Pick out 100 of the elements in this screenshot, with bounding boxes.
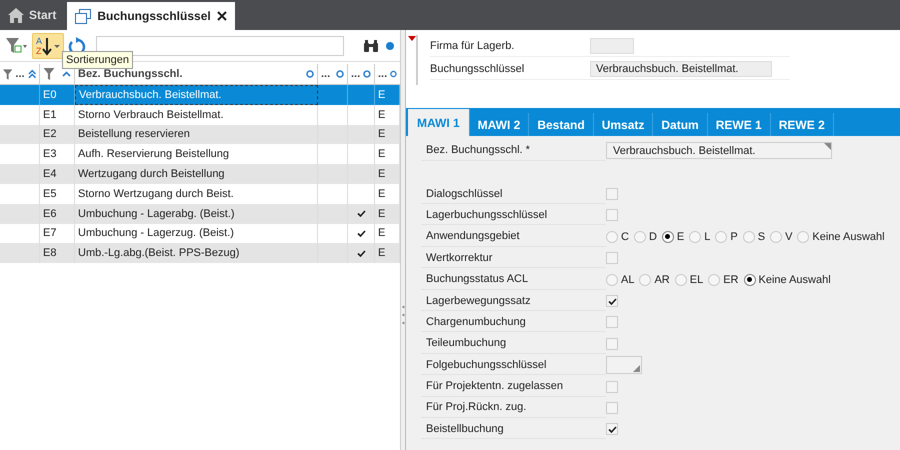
field-label: Chargenumbuchung [421, 312, 606, 332]
field-label: Bez. Buchungsschl. * [421, 140, 606, 161]
field-label: Buchungsstatus ACL [421, 270, 606, 290]
table-row[interactable]: E8 Umb.-Lg.abg.(Beist. PPS-Bezug) E [0, 243, 400, 264]
table-cell: E6 [43, 208, 56, 220]
table-cell: E3 [43, 148, 56, 160]
table-cell: E [378, 108, 386, 121]
filter-icon[interactable] [43, 68, 55, 80]
table-cell: Umbuchung - Lagerabg. (Beist.) [78, 208, 235, 220]
input-field[interactable] [606, 356, 642, 374]
radio-option[interactable]: AR [639, 274, 670, 286]
radio-option[interactable]: Keine Auswahl [797, 230, 885, 243]
tooltip: Sortierungen [62, 51, 133, 69]
tab[interactable]: MAWI 2 [470, 113, 530, 136]
table-cell: Umbuchung - Lagerzug. (Beist.) [78, 227, 234, 240]
table-cell: Verbrauchsbuch. Beistellmat. [79, 88, 222, 101]
app-tab[interactable]: Buchungsschlüssel [67, 0, 235, 30]
tab[interactable]: Bestand [529, 113, 594, 136]
checkbox[interactable] [606, 295, 618, 308]
table-cell: Umb.-Lg.abg.(Beist. PPS-Bezug) [78, 247, 240, 260]
filter-icon[interactable] [6, 36, 28, 54]
table-row[interactable]: E6 Umbuchung - Lagerabg. (Beist.) E [0, 204, 400, 224]
table-cell: Wertzugang durch Beistellung [78, 168, 225, 180]
tab[interactable]: REWE 2 [770, 113, 834, 136]
table-cell: E4 [43, 168, 56, 180]
table-cell: E [378, 88, 386, 101]
table-cell: E5 [43, 188, 56, 200]
home-icon [8, 8, 24, 22]
table-cell: E8 [43, 247, 56, 260]
field-label: Wertkorrektur [421, 248, 606, 268]
tab[interactable]: REWE 1 [708, 113, 771, 136]
circle-icon[interactable] [336, 70, 344, 78]
binoculars-icon[interactable] [364, 40, 378, 52]
column-label: ... [378, 68, 388, 80]
table-cell: E [378, 208, 386, 220]
app-tab[interactable]: Start [0, 0, 64, 30]
double-chevron-up-icon[interactable] [28, 69, 36, 79]
table-row[interactable]: E2 Beistellung reservieren E [0, 124, 400, 144]
column-label: ... [321, 68, 332, 80]
column-header[interactable]: ... [318, 64, 348, 84]
tab[interactable]: Umsatz [594, 113, 654, 136]
filter-icon[interactable] [3, 68, 12, 80]
input-field[interactable]: Verbrauchsbuch. Beistellmat. [606, 142, 832, 160]
circle-icon[interactable] [390, 70, 397, 78]
column-header[interactable]: ... [0, 64, 40, 84]
field-label: Buchungsschlüssel [430, 62, 526, 74]
status-dot [386, 42, 394, 50]
corner-icon [824, 143, 831, 150]
checkbox[interactable] [606, 252, 618, 264]
circle-icon[interactable] [363, 70, 371, 78]
field-label: Beistellbuchung [421, 419, 606, 440]
field-label: Folgebuchungsschlüssel [421, 355, 606, 376]
column-header[interactable]: Bez. Buchungsschl. [75, 64, 318, 84]
field-label: Teileumbuchung [421, 334, 606, 354]
radio-option[interactable]: ER [708, 274, 738, 286]
table-cell: E0 [43, 88, 56, 101]
field-label: Dialogschlüssel [421, 184, 606, 204]
radio-option[interactable]: Keine Auswahl [744, 274, 831, 286]
table-cell: E [378, 227, 386, 240]
checkbox[interactable] [606, 316, 618, 328]
field-label: Lagerbuchungsschlüssel [421, 205, 606, 226]
column-label: Bez. Buchungsschl. [78, 68, 184, 80]
circle-icon[interactable] [306, 70, 314, 78]
field-label: Für Proj.Rückn. zug. [421, 398, 606, 418]
checkbox[interactable] [606, 423, 618, 436]
field-label: Lagerbewegungssatz [421, 291, 606, 312]
windows-icon [75, 8, 92, 24]
chevron-up-icon[interactable] [62, 71, 71, 77]
field-label: Für Projektentn. zugelassen [421, 376, 606, 397]
splitter-handle-icon[interactable] [402, 305, 404, 325]
table-cell: E [378, 128, 386, 140]
column-label: ... [15, 68, 25, 80]
input-field[interactable] [590, 38, 634, 54]
field-label: Firma für Lagerb. [430, 40, 516, 52]
close-icon[interactable] [216, 11, 227, 21]
table-cell: Storno Verbrauch Beistellmat. [78, 108, 224, 121]
checkbox[interactable] [606, 338, 618, 350]
table-cell: E7 [43, 227, 56, 240]
search-field[interactable] [96, 36, 344, 56]
field-label: Anwendungsgebiet [421, 226, 606, 247]
collapse-triangle-icon[interactable] [408, 36, 416, 41]
table-cell: Beistellung reservieren [78, 128, 190, 140]
table-row[interactable]: E0 Verbrauchsbuch. Beistellmat. E [0, 85, 400, 105]
radio-option[interactable]: EL [674, 274, 704, 286]
tab[interactable]: Datum [653, 113, 708, 136]
checkbox[interactable] [606, 209, 618, 222]
table-row[interactable]: E4 Wertzugang durch Beistellung E [0, 164, 400, 184]
table-cell: Aufh. Reservierung Beistellung [78, 148, 230, 160]
checkbox[interactable] [606, 402, 618, 414]
column-header[interactable]: ... [375, 64, 400, 84]
table-cell: E [378, 247, 386, 260]
table-cell: E1 [43, 108, 56, 121]
radio-option[interactable]: AL [606, 274, 634, 286]
corner-icon [633, 365, 640, 372]
column-header[interactable]: ... [348, 64, 375, 84]
input-field[interactable]: Verbrauchsbuch. Beistellmat. [590, 60, 772, 76]
table-cell: E [378, 188, 386, 200]
table-cell: E [378, 148, 386, 160]
checkbox[interactable] [606, 188, 618, 200]
checkbox[interactable] [606, 380, 618, 393]
